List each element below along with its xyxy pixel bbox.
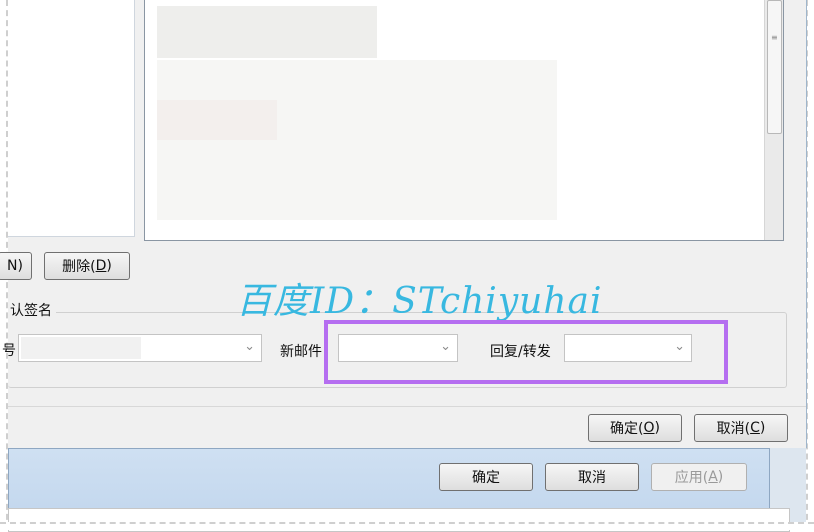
paren: )	[717, 469, 724, 485]
paren: )	[759, 420, 766, 436]
new-button-label: N)	[7, 258, 23, 274]
watermark: 百度ID：STchiyuhai	[236, 281, 603, 322]
outer-apply-button[interactable]: 应用(A)	[651, 463, 747, 491]
account-label: 号	[2, 343, 16, 359]
outer-ok-label: 确定	[472, 470, 500, 486]
delete-button-label: 删除(	[62, 259, 96, 275]
outer-cancel-button[interactable]: 取消	[545, 463, 639, 491]
scroll-thumb[interactable]: ≡	[767, 0, 782, 134]
blurred-value	[21, 337, 141, 359]
highlight-box	[324, 320, 728, 384]
cancel-button-key: C	[750, 420, 760, 436]
blurred-content	[157, 6, 377, 58]
new-button[interactable]: N)	[0, 252, 32, 280]
signature-editor[interactable]: ≡	[144, 0, 784, 241]
blurred-content	[157, 100, 277, 140]
chevron-down-icon[interactable]: ⌄	[244, 339, 255, 354]
ok-button-key: O	[643, 420, 655, 436]
paren: )	[654, 420, 660, 436]
signature-list[interactable]	[8, 0, 135, 237]
ok-button-label: 确定(	[610, 421, 644, 437]
grip-icon: ≡	[771, 33, 778, 42]
delete-button-key: D	[95, 258, 107, 274]
torn-edge-bottom	[0, 522, 814, 530]
outer-cancel-label: 取消	[578, 470, 606, 486]
account-select[interactable]: ⌄	[18, 334, 262, 362]
cancel-button-label: 取消(	[716, 421, 751, 437]
outer-apply-key: A	[708, 469, 718, 485]
ok-button[interactable]: 确定(O)	[588, 414, 682, 442]
divider	[8, 406, 806, 407]
outer-apply-label: 应用(	[674, 470, 709, 486]
delete-button[interactable]: 删除(D)	[44, 252, 130, 280]
cancel-button[interactable]: 取消(C)	[694, 414, 788, 442]
new-mail-label: 新邮件	[280, 344, 322, 360]
outer-ok-button[interactable]: 确定	[439, 463, 533, 491]
group-title: 认签名	[8, 300, 56, 320]
editor-scrollbar[interactable]: ≡	[764, 0, 783, 240]
torn-edge-right	[806, 0, 814, 530]
blurred-content	[157, 60, 557, 220]
outer-window-button-bar: 确定 取消 应用(A)	[8, 448, 770, 510]
paren: )	[106, 258, 112, 274]
